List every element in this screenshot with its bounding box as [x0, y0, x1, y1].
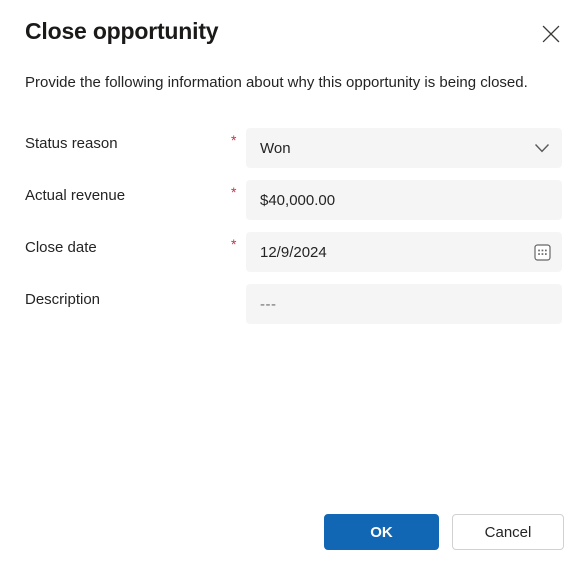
description-input[interactable]: ---: [246, 284, 562, 324]
required-indicator-actual-revenue: *: [231, 184, 237, 200]
field-label-close-date: Close date: [25, 239, 97, 256]
field-label-actual-revenue: Actual revenue: [25, 187, 126, 204]
close-icon: [542, 25, 560, 43]
required-indicator-status-reason: *: [231, 132, 237, 148]
field-label-status-reason: Status reason: [25, 135, 118, 152]
form-row-actual-revenue: Actual revenue * $40,000.00: [0, 180, 587, 220]
chevron-down-icon[interactable]: [522, 128, 562, 168]
dialog-header: Close opportunity: [0, 0, 587, 60]
form-row-status-reason: Status reason * Won: [0, 128, 587, 168]
close-date-value: 12/9/2024: [260, 243, 327, 261]
form-row-close-date: Close date * 12/9/2024: [0, 232, 587, 272]
actual-revenue-value: $40,000.00: [260, 191, 336, 209]
close-button[interactable]: [535, 18, 567, 50]
calendar-icon[interactable]: [522, 232, 562, 272]
required-indicator-close-date: *: [231, 236, 237, 252]
page-title: Close opportunity: [25, 18, 219, 44]
form-row-description: Description ---: [0, 284, 587, 324]
close-date-input[interactable]: 12/9/2024: [246, 232, 562, 272]
dialog-subtitle: Provide the following information about …: [25, 74, 528, 91]
ok-button[interactable]: OK: [324, 514, 439, 550]
close-opportunity-dialog: Close opportunity Provide the following …: [0, 0, 587, 570]
cancel-button[interactable]: Cancel: [452, 514, 564, 550]
status-reason-value: Won: [260, 139, 291, 157]
description-value: ---: [260, 295, 277, 313]
status-reason-select[interactable]: Won: [246, 128, 562, 168]
actual-revenue-input[interactable]: $40,000.00: [246, 180, 562, 220]
field-label-description: Description: [25, 291, 101, 308]
dialog-footer: OK Cancel: [0, 514, 587, 550]
close-opportunity-form: Status reason * Won Actual revenue * $40…: [0, 128, 587, 336]
